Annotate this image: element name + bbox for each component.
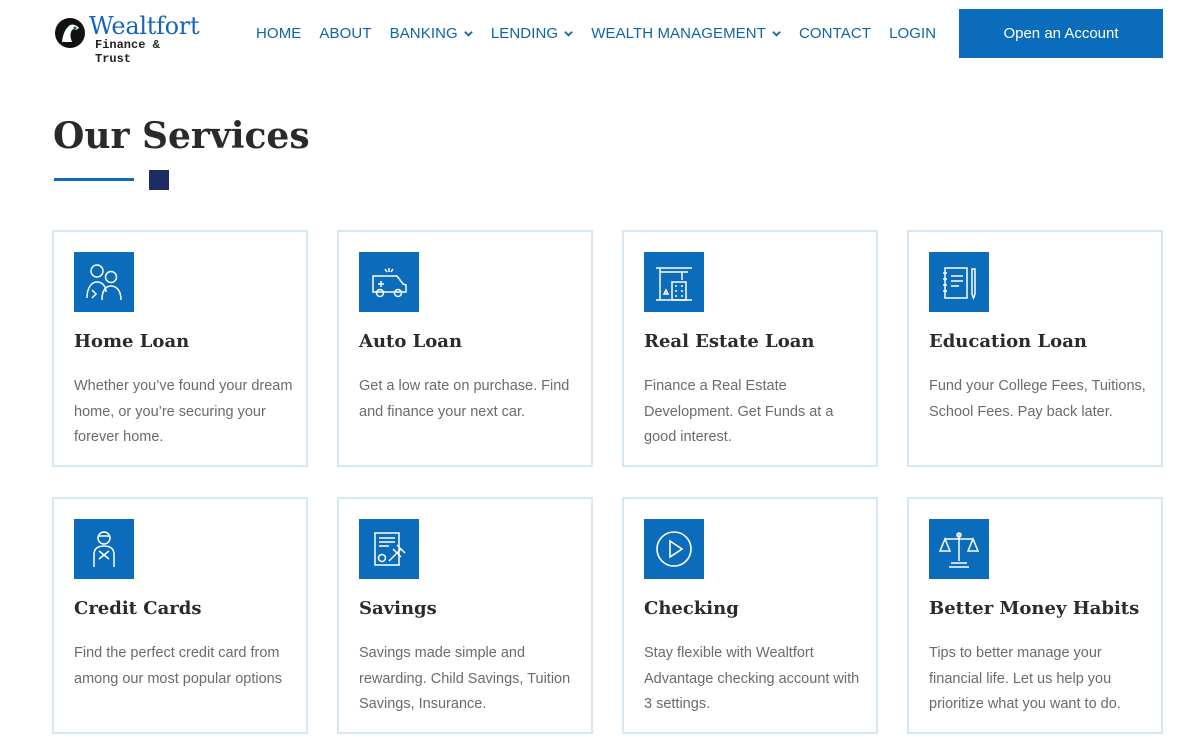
service-card-description: Savings made simple and rewarding. Child… bbox=[359, 645, 571, 712]
service-card-description: Get a low rate on purchase. Find and fin… bbox=[359, 378, 570, 420]
service-card-description: Fund your College Fees, Tuitions, School… bbox=[929, 378, 1146, 420]
scales-icon bbox=[938, 532, 980, 568]
nav-item-label: WEALTH MANAGEMENT bbox=[591, 24, 766, 42]
nav-item-label: LENDING bbox=[490, 24, 559, 42]
nav-item-label: LOGIN bbox=[889, 24, 937, 42]
service-card-title: Savings bbox=[359, 598, 437, 619]
logo-tagline-text: Finance & Trust bbox=[95, 38, 160, 66]
chevron-down-icon bbox=[564, 30, 573, 37]
nav-item-wealth-management[interactable]: WEALTH MANAGEMENT bbox=[591, 25, 781, 42]
service-card-title: Real Estate Loan bbox=[644, 331, 815, 352]
service-card-education-loan[interactable]: Education Loan Fund your College Fees, T… bbox=[907, 230, 1163, 467]
service-icon-box bbox=[644, 519, 704, 579]
service-card-title: Home Loan bbox=[74, 331, 190, 352]
nav-item-home[interactable]: HOME bbox=[256, 25, 301, 42]
service-card-description: Stay flexible with Wealtfort Advantage c… bbox=[644, 645, 860, 712]
service-card-title: Credit Cards bbox=[74, 598, 202, 619]
nav-item-label: ABOUT bbox=[319, 24, 372, 42]
service-card-title: Education Loan bbox=[929, 331, 1087, 352]
service-icon-box bbox=[359, 519, 419, 579]
nav-item-label: BANKING bbox=[389, 24, 458, 42]
service-card-credit-cards[interactable]: Credit Cards Find the perfect credit car… bbox=[52, 497, 308, 734]
main-nav: HOME ABOUT BANKING LENDING WEALTH MANAGE… bbox=[256, 22, 954, 44]
service-icon-box bbox=[74, 519, 134, 579]
service-icon-box bbox=[359, 252, 419, 312]
site-logo[interactable]: Wealtfort Finance & Trust bbox=[53, 12, 203, 66]
nav-item-about[interactable]: ABOUT bbox=[319, 25, 371, 42]
service-card-description: Tips to better manage your financial lif… bbox=[929, 645, 1121, 712]
logo-brand-text: Wealtfort bbox=[89, 12, 200, 40]
service-card-better-money-habits[interactable]: Better Money Habits Tips to better manag… bbox=[907, 497, 1163, 734]
service-icon-box bbox=[644, 252, 704, 312]
service-card-description: Whether you’ve found your dream home, or… bbox=[74, 378, 293, 445]
service-card-real-estate-loan[interactable]: Real Estate Loan Finance a Real Estate D… bbox=[622, 230, 878, 467]
nav-item-contact[interactable]: CONTACT bbox=[799, 25, 871, 42]
service-card-description: Finance a Real Estate Development. Get F… bbox=[644, 378, 834, 445]
service-card-title: Auto Loan bbox=[359, 331, 463, 352]
chevron-down-icon bbox=[772, 30, 781, 37]
open-account-button[interactable]: Open an Account bbox=[959, 9, 1163, 58]
service-card-description: Find the perfect credit card from among … bbox=[74, 645, 282, 687]
play-circle-icon bbox=[656, 531, 692, 567]
nav-item-label: CONTACT bbox=[798, 24, 872, 42]
service-card-savings[interactable]: Savings Savings made simple and rewardin… bbox=[337, 497, 593, 734]
service-card-title: Checking bbox=[644, 598, 739, 619]
nav-item-login[interactable]: LOGIN bbox=[889, 25, 936, 42]
chevron-down-icon bbox=[464, 30, 473, 37]
construction-crane-icon bbox=[656, 267, 692, 301]
person-icon bbox=[93, 531, 115, 567]
title-accent-square bbox=[149, 170, 169, 190]
service-card-home-loan[interactable]: Home Loan Whether you’ve found your drea… bbox=[52, 230, 308, 467]
nav-item-banking[interactable]: BANKING bbox=[390, 25, 473, 42]
family-icon bbox=[86, 264, 122, 301]
nav-item-lending[interactable]: LENDING bbox=[491, 25, 573, 42]
service-card-title: Better Money Habits bbox=[929, 598, 1140, 619]
horse-logo-icon bbox=[55, 18, 85, 48]
section-title: Our Services bbox=[53, 115, 310, 157]
service-card-auto-loan[interactable]: Auto Loan Get a low rate on purchase. Fi… bbox=[337, 230, 593, 467]
car-icon bbox=[372, 268, 407, 298]
notebook-pencil-icon bbox=[943, 267, 976, 301]
title-underline bbox=[54, 178, 134, 181]
service-icon-box bbox=[74, 252, 134, 312]
service-card-checking[interactable]: Checking Stay flexible with Wealtfort Ad… bbox=[622, 497, 878, 734]
nav-item-label: HOME bbox=[256, 24, 302, 42]
site-header: Wealtfort Finance & Trust HOME ABOUT BAN… bbox=[0, 0, 1198, 72]
service-icon-box bbox=[929, 519, 989, 579]
document-gavel-icon bbox=[374, 532, 406, 566]
service-icon-box bbox=[929, 252, 989, 312]
